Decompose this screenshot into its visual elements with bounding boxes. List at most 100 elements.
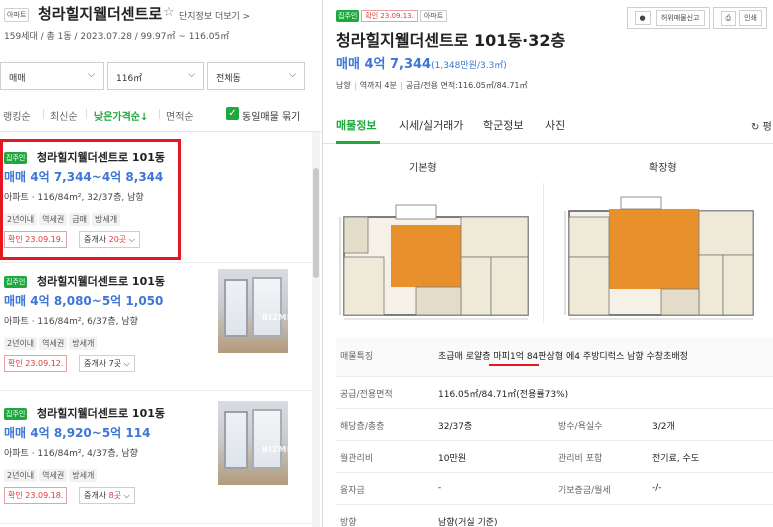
favorite-star-icon[interactable]: ☆ — [163, 5, 175, 20]
agent-prefix: 중개사 — [84, 359, 109, 368]
area-value: 116㎡ — [116, 74, 143, 84]
tag: 방세개 — [92, 213, 121, 226]
photo-watermark: BIZMI — [262, 445, 288, 454]
detail-subinfo: 남향 역까지 4분 공급/전용 면적:116.05㎡/84.71㎡ — [336, 80, 528, 91]
refresh-icon: ↻ — [751, 122, 760, 133]
chevron-down-icon: ⌵ — [188, 70, 195, 80]
pyeong-toggle[interactable]: ↻ 평 — [751, 118, 772, 133]
agent-prefix: 중개사 — [84, 235, 109, 244]
owner-badge: 집주인 — [336, 9, 360, 22]
chevron-down-icon: ⌵ — [128, 235, 135, 244]
spec-row: 해당층/총층 32/37층 방수/욕실수 3/2개 — [336, 409, 773, 441]
separator — [354, 81, 356, 90]
sort-divider — [43, 109, 44, 119]
confirm-date: 확인 23.09.12. — [4, 355, 68, 372]
spec-value: - — [438, 483, 442, 493]
price-per-area: (1,348만원/3.3㎡) — [431, 61, 507, 71]
property-type-tag: 아파트 — [419, 9, 448, 22]
price-value: 매매 4억 7,344 — [336, 57, 432, 72]
complex-info-link[interactable]: 단지정보 더보기 > — [179, 9, 250, 22]
agent-count-button[interactable]: 중개사 20곳 ⌵ — [79, 231, 140, 248]
active-tab-indicator — [336, 141, 380, 144]
spec-row: 월관리비 10만원 관리비 포함 전기료, 수도 — [336, 441, 773, 473]
sort-divider — [86, 109, 87, 119]
spec-key: 해당층/총층 — [340, 422, 385, 432]
tag: 역세권 — [39, 337, 68, 350]
detail-panel: 집주인 확인 23.09.13. 아파트 ● 허위매물신고 ⎙ 인쇄 청라힐지웰더센트로… — [323, 0, 773, 527]
floorplan-extended[interactable] — [561, 183, 761, 327]
spec-key: 기보증금/월세 — [558, 486, 611, 496]
siren-icon: ● — [634, 11, 651, 25]
tag: 역세권 — [39, 469, 68, 482]
report-button[interactable]: ● 허위매물신고 — [626, 7, 710, 29]
checkbox-checked-icon[interactable]: ✓ — [226, 107, 239, 120]
listing-price: 매매 4억 8,080~5억 1,050 — [4, 294, 164, 308]
chevron-down-icon: ⌵ — [289, 70, 296, 80]
spec-value: 10만원 — [438, 454, 467, 464]
spec-value: 3/2개 — [652, 422, 675, 432]
listing-photo[interactable]: BIZMI — [218, 269, 288, 353]
owner-badge: 집주인 — [4, 408, 28, 420]
floorplan-basic[interactable] — [336, 187, 536, 327]
listing-desc: 아파트 · 116/84m², 32/37층, 남향 — [4, 193, 144, 203]
listing-item[interactable]: 집주인 청라힐지웰더센트로 101동 매매 4억 8,080~5억 1,050 … — [0, 269, 312, 383]
listing-name: 청라힐지웰더센트로 101동 — [37, 151, 165, 164]
station-distance: 역까지 4분 — [359, 81, 397, 90]
area-select[interactable]: 116㎡ ⌵ — [107, 62, 204, 90]
photo-watermark: BIZMI — [262, 313, 288, 322]
tab-listing-info[interactable]: 매물정보 — [336, 117, 376, 133]
pyeong-label: 평 — [762, 122, 772, 133]
deal-type-value: 매매 — [9, 74, 26, 84]
photo-window — [224, 279, 248, 337]
app-root: 아파트 청라힐지웰더센트로 ☆ 단지정보 더보기 > 159세대 / 총 1동 … — [0, 0, 773, 527]
tag: 방세개 — [69, 337, 98, 350]
detail-badges: 집주인 확인 23.09.13. 아파트 — [336, 5, 448, 24]
floorplan-divider — [543, 183, 544, 323]
sort-low-price[interactable]: 낮은가격순↓ — [94, 108, 148, 123]
spec-row: 매물특징 초급매 로얄층 마피1억 84판상형 에4 주방디럭스 남향 수창초배… — [336, 337, 773, 377]
building-select[interactable]: 전체동 ⌵ — [207, 62, 305, 90]
spec-key: 방수/욕실수 — [558, 422, 603, 432]
spec-value: 초급매 로얄층 마피1억 84판상형 에4 주방디럭스 남향 수창초배정 — [438, 352, 688, 362]
listing-item[interactable]: 집주인 청라힐지웰더센트로 101동 매매 4억 8,920~5억 114 아파… — [0, 401, 312, 515]
sort-ranking[interactable]: 랭킹순 — [3, 108, 31, 123]
sort-latest[interactable]: 최신순 — [50, 108, 78, 123]
listing-photo[interactable]: BIZMI — [218, 401, 288, 485]
building-value: 전체동 — [216, 74, 241, 84]
area-info: 공급/전용 면적:116.05㎡/84.71㎡ — [405, 81, 528, 90]
spec-key: 관리비 포함 — [558, 454, 603, 464]
chevron-down-icon: ⌵ — [123, 491, 130, 500]
separator — [400, 81, 402, 90]
tag: 역세권 — [39, 213, 68, 226]
spec-value: -/- — [652, 483, 662, 493]
complex-name[interactable]: 청라힐지웰더센트로 — [38, 3, 162, 24]
deal-type-select[interactable]: 매매 ⌵ — [0, 62, 104, 90]
confirm-date: 확인 23.09.18. — [4, 487, 68, 504]
detail-tabs: 매물정보 시세/실거래가 학군정보 사진 — [323, 106, 773, 144]
confirm-date: 확인 23.09.13. — [361, 9, 418, 22]
floorplan-area: 기본형 확장형 — [336, 145, 773, 335]
spec-key: 방향 — [340, 518, 357, 527]
spec-key: 융자금 — [340, 486, 365, 496]
listing-desc: 아파트 · 116/84m², 6/37층, 남향 — [4, 317, 138, 327]
listing-tags: 2년이내 역세권 방세개 — [4, 463, 99, 482]
listing-item[interactable]: 집주인 청라힐지웰더센트로 101동 매매 4억 7,344~4억 8,344 … — [0, 149, 312, 259]
sort-area[interactable]: 면적순 — [166, 108, 194, 123]
same-listing-label[interactable]: 동일매물 묶기 — [242, 108, 300, 123]
listing-name: 청라힐지웰더센트로 101동 — [37, 275, 165, 288]
photo-window — [252, 277, 282, 337]
tab-price-history[interactable]: 시세/실거래가 — [399, 117, 463, 133]
agent-count: 7곳 — [108, 359, 122, 368]
scrollbar-thumb[interactable] — [313, 168, 319, 278]
tab-school[interactable]: 학군정보 — [483, 117, 523, 133]
listing-panel: 아파트 청라힐지웰더센트로 ☆ 단지정보 더보기 > 159세대 / 총 1동 … — [0, 0, 322, 527]
spec-key: 공급/전용면적 — [340, 390, 393, 400]
listing-name: 청라힐지웰더센트로 101동 — [37, 407, 165, 420]
agent-count-button[interactable]: 중개사 8곳 ⌵ — [79, 487, 135, 504]
agent-count-button[interactable]: 중개사 7곳 ⌵ — [79, 355, 135, 372]
tab-photos[interactable]: 사진 — [545, 117, 565, 133]
tag: 2년이내 — [4, 337, 38, 350]
print-button[interactable]: ⎙ 인쇄 — [712, 7, 767, 29]
print-label: 인쇄 — [739, 10, 762, 26]
floorplan-extended-label: 확장형 — [649, 163, 677, 174]
